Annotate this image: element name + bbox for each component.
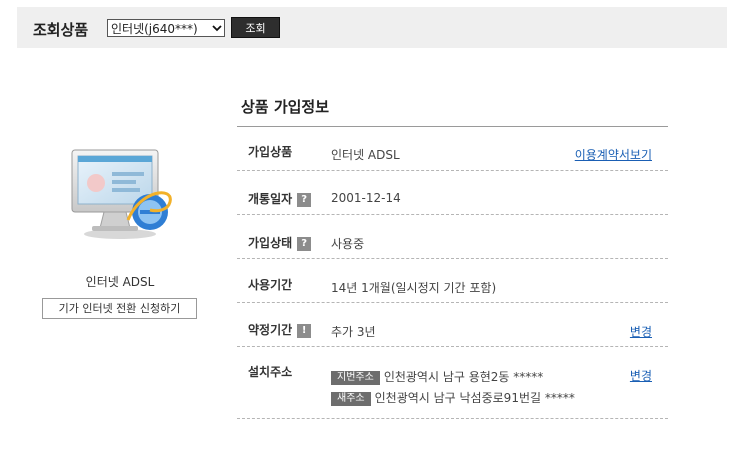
alert-icon[interactable]: ! (297, 324, 312, 338)
row-open-date-value: 2001-12-14 (331, 191, 401, 205)
row-status-label: 가입상태 (248, 236, 293, 250)
row-usage-period: 사용기간 14년 1개월(일시정지 기간 포함) (237, 259, 668, 303)
product-select-value: 인터넷(j640***) (111, 22, 198, 36)
row-product-key: 가입상품 (248, 145, 293, 159)
row-contract-key: 약정기간! (248, 321, 312, 338)
help-icon[interactable]: ? (297, 237, 312, 251)
row-status-value: 사용중 (331, 237, 365, 251)
help-icon[interactable]: ? (297, 193, 312, 207)
lot-address-tag: 지번주소 (331, 371, 380, 385)
contract-view-link[interactable]: 이용계약서보기 (575, 146, 652, 163)
product-search-bar: 조회상품 인터넷(j640***) 조회 (17, 7, 727, 48)
row-address-key: 설치주소 (248, 365, 293, 379)
road-address-value: 인천광역시 남구 낙섬중로91번길 ***** (374, 391, 575, 405)
road-address-tag: 새주소 (331, 392, 371, 406)
search-label: 조회상품 (33, 21, 89, 39)
giga-switch-button[interactable]: 기가 인터넷 전환 신청하기 (42, 298, 197, 319)
computer-with-ie-logo-icon (71, 149, 172, 239)
row-contract: 약정기간! 추가 3년 변경 (237, 303, 668, 347)
row-usage-period-key: 사용기간 (248, 278, 293, 292)
search-button[interactable]: 조회 (231, 17, 280, 38)
lot-address: 지번주소 인천광역시 남구 용현2동 ***** (331, 368, 543, 385)
section-title: 상품 가입정보 (241, 98, 330, 116)
product-select[interactable]: 인터넷(j640***) (107, 19, 225, 37)
row-contract-value: 추가 3년 (331, 325, 376, 339)
row-open-date-label: 개통일자 (248, 192, 293, 206)
row-product: 가입상품 인터넷 ADSL 이용계약서보기 (237, 127, 668, 171)
row-address: 설치주소 지번주소 인천광역시 남구 용현2동 ***** 새주소 인천광역시 남구… (237, 347, 668, 419)
row-open-date-key: 개통일자? (248, 190, 312, 207)
road-address: 새주소 인천광역시 남구 낙섬중로91번길 ***** (331, 389, 575, 406)
row-open-date: 개통일자? 2001-12-14 (237, 171, 668, 215)
address-change-link[interactable]: 변경 (630, 367, 652, 384)
row-status-key: 가입상태? (248, 234, 312, 251)
row-contract-label: 약정기간 (248, 323, 293, 337)
lot-address-value: 인천광역시 남구 용현2동 ***** (383, 370, 544, 384)
row-usage-period-value: 14년 1개월(일시정지 기간 포함) (331, 281, 497, 295)
row-product-value: 인터넷 ADSL (331, 148, 400, 162)
product-name: 인터넷 ADSL (85, 275, 155, 289)
row-status: 가입상태? 사용중 (237, 215, 668, 259)
chevron-down-icon (212, 25, 222, 32)
contract-change-link[interactable]: 변경 (630, 323, 652, 340)
